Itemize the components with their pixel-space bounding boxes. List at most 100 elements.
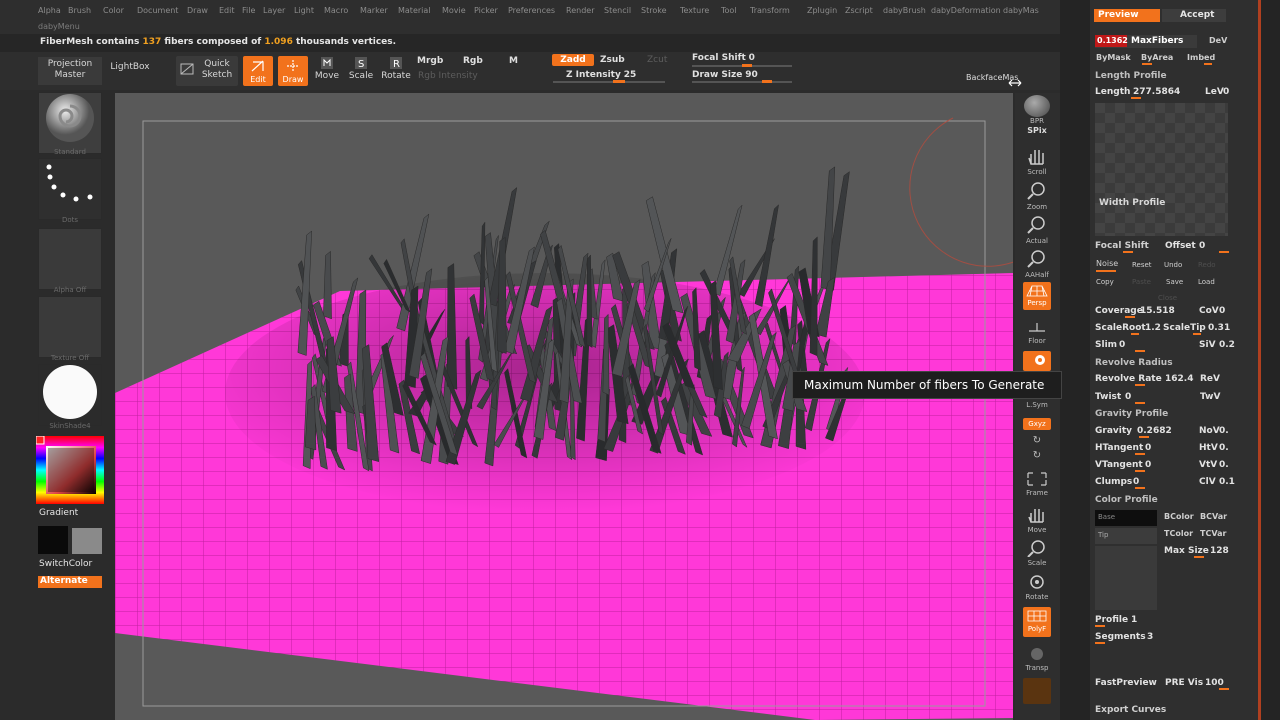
scale-view-button[interactable]: Scale: [1022, 539, 1052, 567]
menu-dabymenu[interactable]: dabyMenu: [38, 22, 80, 31]
lsym-button[interactable]: L.Sym: [1022, 401, 1052, 409]
xyz-button[interactable]: Gxyz: [1022, 418, 1052, 430]
canvas-viewport[interactable]: [115, 93, 1013, 720]
noise-button[interactable]: Noise: [1096, 259, 1118, 268]
tip-color-swatch[interactable]: Tip: [1095, 528, 1157, 544]
gravity-profile-header[interactable]: Gravity Profile: [1095, 409, 1168, 419]
material-thumbnail[interactable]: [38, 364, 102, 426]
coverage-row[interactable]: Coverage 15.518 CoV 0: [1095, 304, 1253, 318]
rotate-axis-icon-2[interactable]: ↻: [1022, 450, 1052, 461]
bymask-button[interactable]: ByMask: [1096, 53, 1131, 62]
menu-edit[interactable]: Edit: [219, 6, 235, 15]
menu-stencil[interactable]: Stencil: [604, 6, 631, 15]
menu-brush[interactable]: Brush: [68, 6, 91, 15]
menu-render[interactable]: Render: [566, 6, 594, 15]
fastpreview-button[interactable]: FastPreview: [1095, 678, 1157, 688]
mrgb-button[interactable]: Mrgb: [417, 56, 443, 66]
twist-row[interactable]: Twist 0 TwV: [1095, 390, 1253, 404]
copy-button[interactable]: Copy: [1096, 278, 1114, 286]
color-picker[interactable]: [35, 435, 104, 504]
draw-size-slider[interactable]: Draw Size 90: [692, 70, 758, 80]
switch-color-button[interactable]: SwitchColor: [39, 559, 92, 569]
zadd-button[interactable]: Zadd: [552, 54, 594, 66]
length-profile-header[interactable]: Length Profile: [1095, 71, 1167, 81]
actual-button[interactable]: Actual: [1022, 215, 1052, 245]
m-button[interactable]: M: [509, 56, 518, 66]
rotate-button[interactable]: R Rotate: [381, 56, 411, 82]
byarea-button[interactable]: ByArea: [1141, 53, 1173, 62]
menu-transform[interactable]: Transform: [750, 6, 790, 15]
scale-button[interactable]: S Scale: [347, 56, 375, 82]
zcut-button[interactable]: Zcut: [647, 55, 667, 65]
close-button[interactable]: Close: [1158, 294, 1177, 302]
scroll-button[interactable]: Scroll: [1022, 146, 1052, 176]
z-intensity-slider[interactable]: Z Intensity 25: [566, 70, 636, 80]
imbed-slider[interactable]: Imbed: [1187, 53, 1215, 62]
color-profile-header[interactable]: Color Profile: [1095, 495, 1158, 505]
slim-row[interactable]: Slim 0 SiV 0.2: [1095, 338, 1253, 352]
menu-macro[interactable]: Macro: [324, 6, 348, 15]
ghost-button[interactable]: [1023, 678, 1051, 704]
draw-button[interactable]: Draw: [278, 56, 308, 86]
menu-zscript[interactable]: Zscript: [845, 6, 873, 15]
fiber-texture-slot[interactable]: [1095, 546, 1157, 610]
stroke-thumbnail[interactable]: [38, 158, 102, 220]
menu-texture[interactable]: Texture: [680, 6, 709, 15]
profile-row[interactable]: Profile 1: [1095, 613, 1253, 627]
frame-button[interactable]: Frame: [1022, 471, 1052, 497]
htangent-row[interactable]: HTangent 0 HtV 0.: [1095, 441, 1253, 455]
dev-slider[interactable]: DeV: [1209, 36, 1227, 45]
secondary-color-swatch[interactable]: [72, 528, 102, 554]
segments-row[interactable]: Segments 3: [1095, 630, 1253, 644]
preview-button[interactable]: Preview: [1094, 9, 1160, 22]
max-size-row[interactable]: Max Size 128: [1164, 544, 1254, 558]
polyf-button[interactable]: PolyF: [1022, 607, 1052, 637]
reset-button[interactable]: Reset: [1132, 261, 1152, 269]
move-view-button[interactable]: Move: [1022, 506, 1052, 534]
maxfibers-slider[interactable]: 0.1362 MaxFibers: [1095, 35, 1197, 48]
local-button[interactable]: [1022, 351, 1052, 371]
menu-material[interactable]: Material: [398, 6, 431, 15]
spix-button[interactable]: SPix: [1022, 126, 1052, 135]
right-scrollbar[interactable]: [1258, 0, 1280, 720]
gradient-label[interactable]: Gradient: [39, 508, 78, 518]
focal-shift-slider[interactable]: Focal Shift 0: [692, 53, 755, 63]
vtangent-row[interactable]: VTangent 0 VtV 0.: [1095, 458, 1253, 472]
menu-dabymas[interactable]: dabyMas: [1003, 6, 1039, 15]
transp-button[interactable]: Transp: [1022, 646, 1052, 672]
rotate-view-button[interactable]: Rotate: [1022, 573, 1052, 601]
bcolor-button[interactable]: BColor: [1164, 512, 1194, 521]
zsub-button[interactable]: Zsub: [600, 55, 625, 65]
redo-button[interactable]: Redo: [1198, 261, 1216, 269]
alpha-thumbnail[interactable]: [38, 228, 102, 290]
menu-layer[interactable]: Layer: [263, 6, 285, 15]
rgb-intensity-slider[interactable]: Rgb Intensity: [418, 71, 478, 81]
main-color-swatch[interactable]: [38, 526, 68, 554]
gravity-row[interactable]: Gravity 0.2682 NoV 0.: [1095, 424, 1253, 438]
persp-button[interactable]: Persp: [1022, 282, 1052, 310]
tcvar-slider[interactable]: TCVar: [1200, 529, 1226, 538]
menu-preferences[interactable]: Preferences: [508, 6, 555, 15]
menu-tool[interactable]: Tool: [721, 6, 737, 15]
scaleroot-row[interactable]: ScaleRoot 1.2 ScaleTip 0.31: [1095, 321, 1253, 335]
menu-marker[interactable]: Marker: [360, 6, 388, 15]
brush-thumbnail[interactable]: [38, 92, 102, 154]
menu-alpha[interactable]: Alpha: [38, 6, 61, 15]
aahalf-button[interactable]: AAHalf: [1022, 249, 1052, 279]
bcvar-slider[interactable]: BCVar: [1200, 512, 1227, 521]
bpr-button[interactable]: BPR: [1022, 95, 1052, 125]
projection-master-button[interactable]: Projection Master: [38, 57, 102, 85]
export-curves-button[interactable]: Export Curves: [1095, 705, 1166, 715]
menu-movie[interactable]: Movie: [442, 6, 466, 15]
undo-button[interactable]: Undo: [1164, 261, 1182, 269]
paste-button[interactable]: Paste: [1132, 278, 1151, 286]
base-color-swatch[interactable]: Base: [1095, 510, 1157, 526]
menu-light[interactable]: Light: [294, 6, 314, 15]
accept-button[interactable]: Accept: [1162, 9, 1226, 22]
menu-zplugin[interactable]: Zplugin: [807, 6, 837, 15]
menu-color[interactable]: Color: [103, 6, 124, 15]
tcolor-button[interactable]: TColor: [1164, 529, 1193, 538]
texture-thumbnail[interactable]: [38, 296, 102, 358]
zoom-button[interactable]: Zoom: [1022, 181, 1052, 211]
menu-dabybrush[interactable]: dabyBrush: [883, 6, 926, 15]
